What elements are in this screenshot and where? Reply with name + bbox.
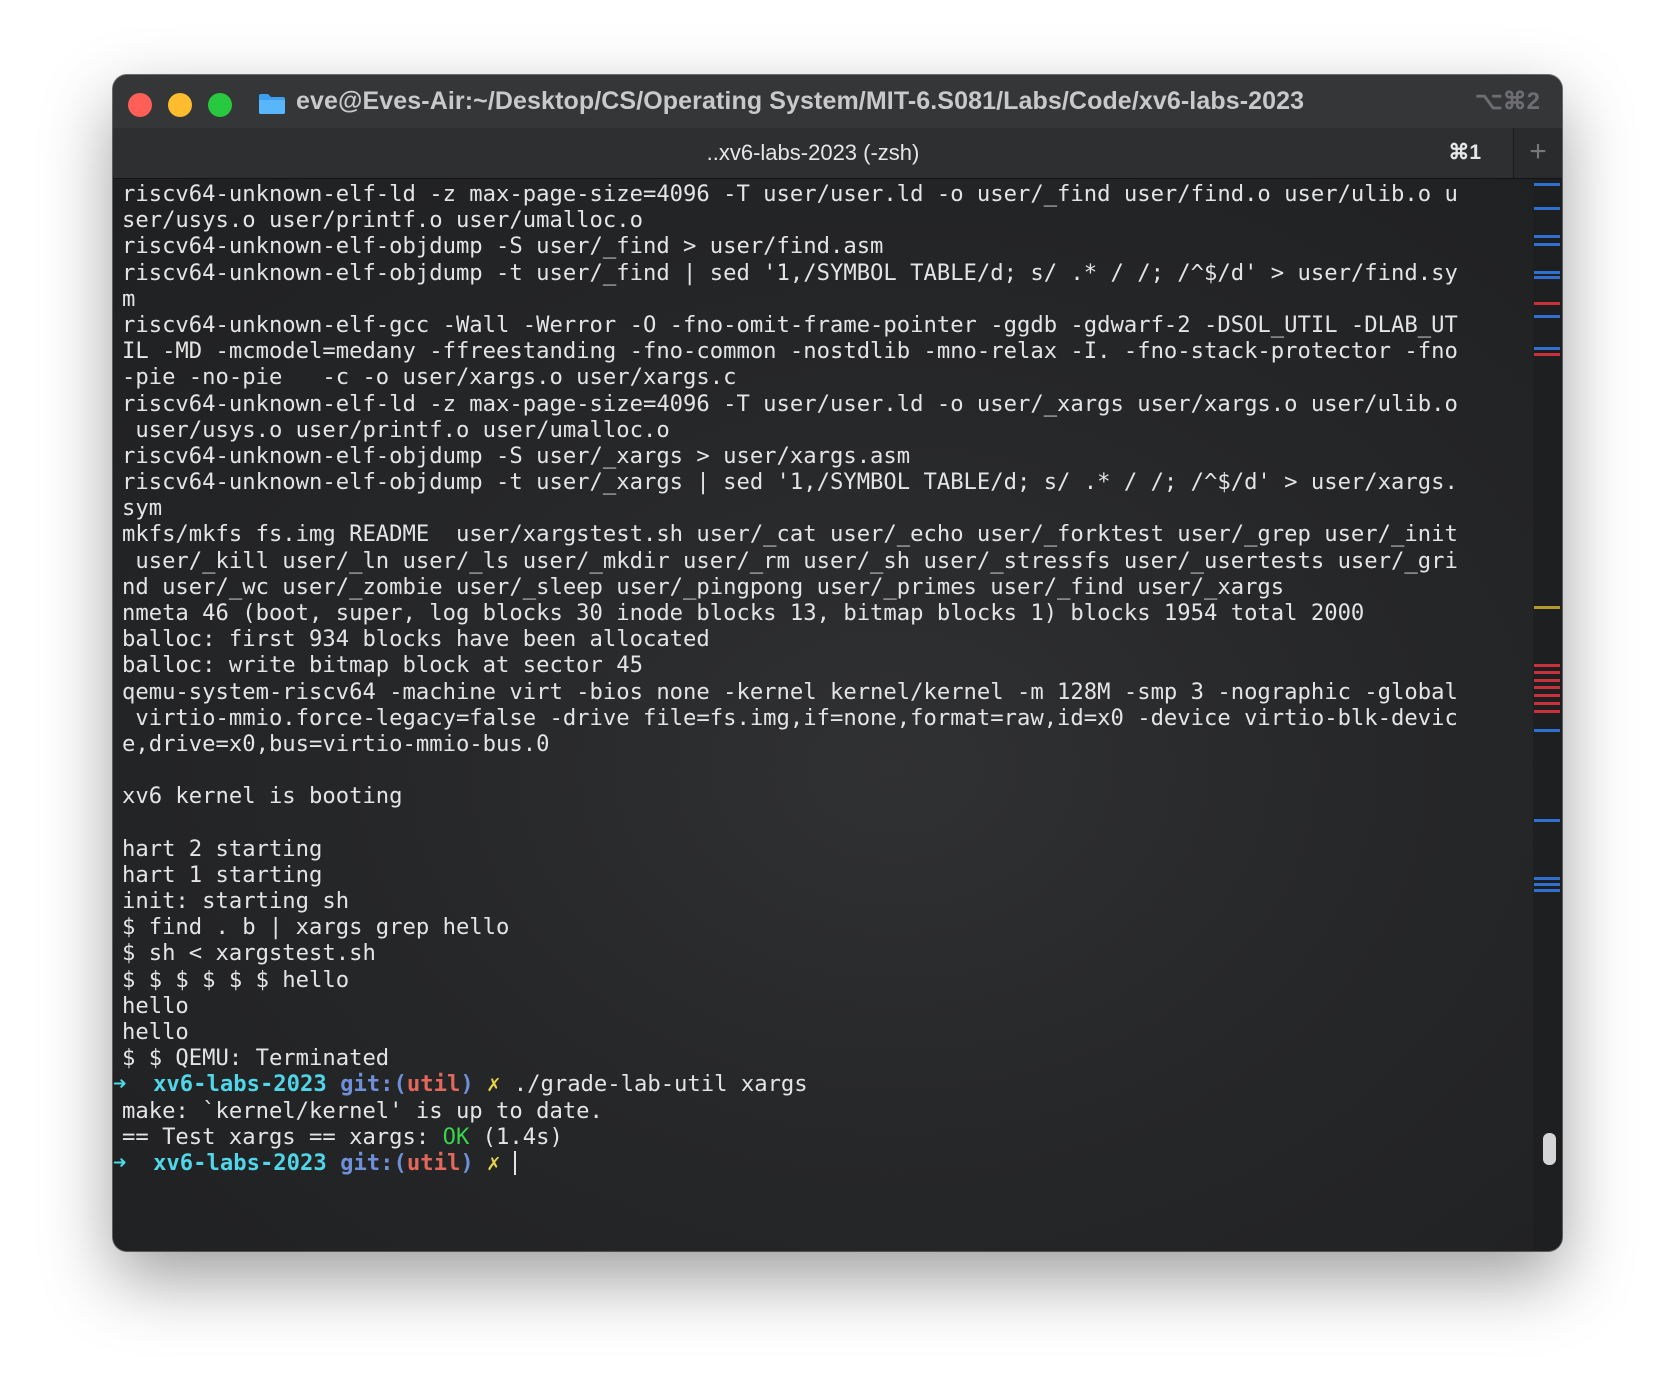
output-line: balloc: write bitmap block at sector 45 (122, 652, 643, 679)
output-line: balloc: first 934 blocks have been alloc… (122, 626, 710, 653)
output-line: nd user/_wc user/_zombie user/_sleep use… (122, 573, 1285, 600)
scroll-marker (1534, 276, 1560, 279)
scroll-marker (1534, 883, 1560, 886)
scroll-marker (1534, 235, 1560, 238)
scroll-marker (1534, 315, 1560, 318)
prompt-arrow-icon: ➜ (113, 1071, 127, 1098)
scroll-marker (1534, 679, 1560, 682)
output-line: $ $ QEMU: Terminated (122, 1045, 390, 1072)
prompt-dirty-icon: ✗ (487, 1071, 501, 1098)
output-line: e,drive=x0,bus=virtio-mmio-bus.0 (122, 730, 550, 757)
scroll-marker (1534, 302, 1560, 305)
output-line: user/usys.o user/printf.o user/umalloc.o (122, 416, 670, 443)
output-line: hart 1 starting (122, 861, 323, 888)
scroll-marker (1534, 271, 1560, 274)
prompt-git-close: ) (460, 1149, 474, 1176)
output-line: $ find . b | xargs grep hello (122, 914, 510, 941)
output-line: ser/usys.o user/printf.o user/umalloc.o (122, 207, 643, 234)
text-cursor (513, 1150, 516, 1175)
tab-shortcut: ⌘1 (1448, 141, 1481, 164)
test-result-line: == Test xargs == xargs: OK (1.4s) (122, 1124, 1458, 1150)
prompt-branch: util (406, 1149, 461, 1176)
output-line: make: `kernel/kernel' is up to date. (122, 1097, 603, 1124)
prompt-git-open: git:( (340, 1149, 407, 1176)
scroll-marker (1534, 207, 1560, 210)
output-line: riscv64-unknown-elf-ld -z max-page-size=… (122, 181, 1458, 207)
prompt-git-open: git:( (340, 1071, 407, 1098)
output-line: riscv64-unknown-elf-objdump -t user/_xar… (122, 469, 1458, 496)
output-line: riscv64-unknown-elf-objdump -t user/_fin… (122, 259, 1458, 286)
output-line: m (122, 285, 136, 312)
terminal-lines: riscv64-unknown-elf-ld -z max-page-size=… (113, 181, 1458, 1176)
scrollbar-thumb[interactable] (1543, 1133, 1556, 1165)
output-line: hello (122, 992, 189, 1019)
test-result-prefix: == Test xargs == xargs: (122, 1123, 443, 1150)
output-line: virtio-mmio.force-legacy=false -drive fi… (122, 704, 1458, 731)
scroll-marker (1534, 664, 1560, 667)
prompt-dirty-icon: ✗ (487, 1149, 501, 1176)
output-line: hello (122, 1019, 189, 1045)
output-line: xv6 kernel is booting (122, 783, 403, 810)
tab-bar: ..xv6-labs-2023 (-zsh) ⌘1 + (113, 128, 1562, 179)
shell-prompt-line: ➜ xv6-labs-2023 git:(util) ✗ ./grade-lab… (113, 1071, 1458, 1097)
output-line: user/_kill user/_ln user/_ls user/_mkdir… (122, 547, 1458, 574)
output-line: init: starting sh (122, 888, 350, 915)
terminal-output[interactable]: riscv64-unknown-elf-ld -z max-page-size=… (113, 179, 1533, 1251)
scroll-marker (1534, 729, 1560, 732)
shell-prompt-line: ➜ xv6-labs-2023 git:(util) ✗ (113, 1150, 1458, 1176)
scroll-marker (1534, 819, 1560, 822)
prompt-directory: xv6-labs-2023 (153, 1071, 327, 1098)
scroll-marker (1534, 694, 1560, 697)
output-line: $ $ $ $ $ $ hello (122, 966, 350, 993)
output-line: IL -MD -mcmodel=medany -ffreestanding -f… (122, 338, 1458, 365)
terminal-window: eve@Eves-Air:~/Desktop/CS/Operating Syst… (113, 75, 1562, 1251)
window-title: eve@Eves-Air:~/Desktop/CS/Operating Syst… (296, 87, 1305, 115)
scroll-marker (1534, 606, 1560, 609)
output-line: qemu-system-riscv64 -machine virt -bios … (122, 678, 1458, 705)
output-line: $ sh < xargstest.sh (122, 940, 376, 967)
scroll-marker (1534, 889, 1560, 892)
scroll-marker (1534, 702, 1560, 705)
tab-zsh[interactable]: ..xv6-labs-2023 (-zsh) ⌘1 (113, 128, 1513, 178)
scroll-marker (1534, 243, 1560, 246)
output-line: -pie -no-pie -c -o user/xargs.o user/xar… (122, 364, 737, 391)
test-status-badge: OK (442, 1123, 470, 1150)
output-line: riscv64-unknown-elf-objdump -S user/_xar… (122, 442, 911, 469)
scrollbar[interactable] (1533, 179, 1562, 1251)
minimize-button[interactable] (168, 93, 192, 117)
tab-label: ..xv6-labs-2023 (-zsh) (706, 140, 920, 165)
prompt-git-close: ) (460, 1071, 474, 1098)
scroll-marker (1534, 710, 1560, 713)
scroll-marker (1534, 353, 1560, 356)
output-line: riscv64-unknown-elf-ld -z max-page-size=… (122, 390, 1458, 417)
scroll-marker (1534, 183, 1560, 186)
close-button[interactable] (128, 93, 152, 117)
prompt-branch: util (406, 1071, 461, 1098)
output-line: riscv64-unknown-elf-gcc -Wall -Werror -O… (122, 311, 1458, 338)
new-tab-button[interactable]: + (1513, 128, 1562, 178)
zoom-button[interactable] (208, 93, 232, 117)
output-line: nmeta 46 (boot, super, log blocks 30 ino… (122, 600, 1365, 626)
scroll-marker (1534, 671, 1560, 674)
folder-icon (259, 94, 285, 114)
scroll-marker (1534, 347, 1560, 350)
prompt-arrow-icon: ➜ (113, 1149, 127, 1176)
prompt-directory: xv6-labs-2023 (153, 1149, 327, 1176)
test-time: (1.4s) (482, 1123, 563, 1150)
scroll-marker (1534, 686, 1560, 689)
window-shortcut: ⌥⌘2 (1474, 88, 1540, 115)
output-line: sym (122, 495, 163, 522)
prompt-command: ./grade-lab-util xargs (513, 1071, 808, 1098)
title-bar[interactable]: eve@Eves-Air:~/Desktop/CS/Operating Syst… (113, 75, 1562, 128)
output-line: hart 2 starting (122, 835, 323, 862)
output-line: mkfs/mkfs fs.img README user/xargstest.s… (122, 521, 1458, 548)
scroll-marker (1534, 877, 1560, 880)
output-line: riscv64-unknown-elf-objdump -S user/_fin… (122, 233, 884, 260)
